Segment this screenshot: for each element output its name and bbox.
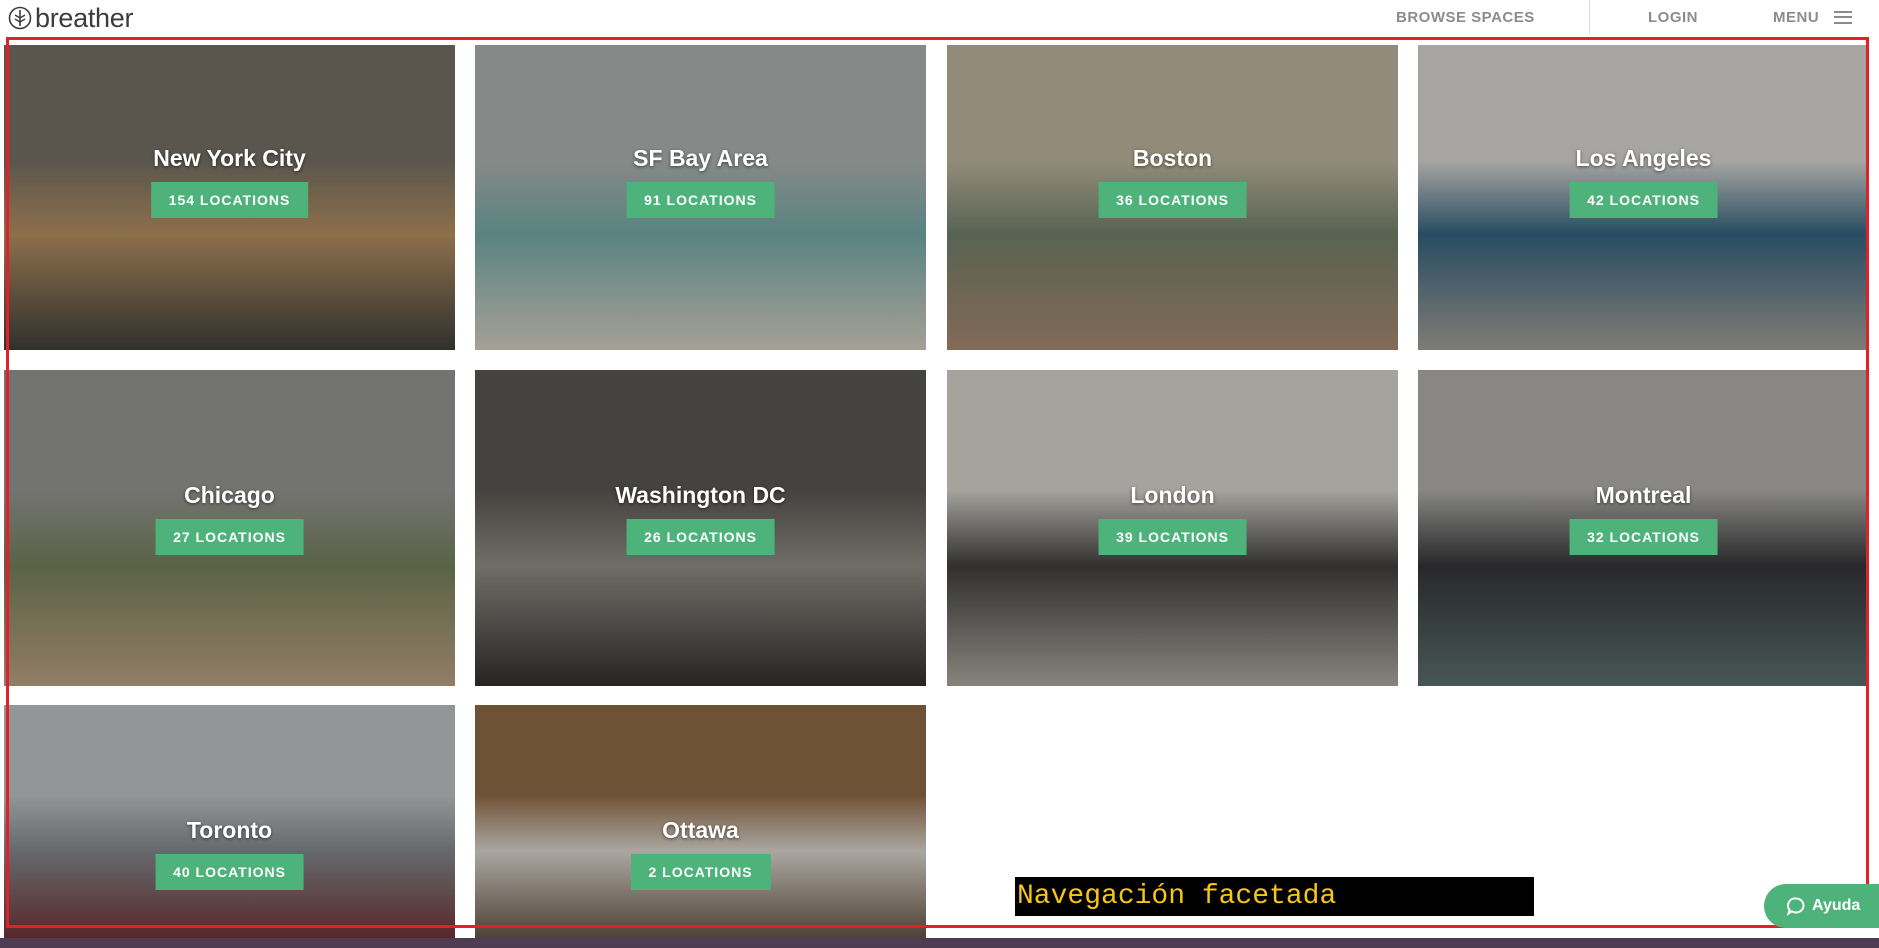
city-name: Montreal [1595,482,1692,508]
locations-button[interactable]: 26 LOCATIONS [626,519,775,555]
city-name: Ottawa [662,817,739,843]
top-navigation-bar: breather BROWSE SPACES LOGIN MENU [0,0,1879,36]
menu-button[interactable]: MENU [1773,0,1853,34]
city-tile[interactable]: Los Angeles 42 LOCATIONS [1418,45,1869,350]
city-tile[interactable]: Montreal 32 LOCATIONS [1418,370,1869,686]
locations-button[interactable]: 27 LOCATIONS [155,519,304,555]
city-name: Boston [1132,145,1213,171]
logo-text: breather [35,3,134,33]
city-name: Los Angeles [1575,145,1712,171]
help-label: Ayuda [1812,897,1861,914]
locations-button[interactable]: 42 LOCATIONS [1569,182,1718,218]
browse-spaces-link[interactable]: BROWSE SPACES [1396,0,1535,34]
city-tile[interactable]: Toronto 40 LOCATIONS [4,705,455,941]
tree-logo-icon [8,6,32,30]
city-tile[interactable]: SF Bay Area 91 LOCATIONS [475,45,926,350]
caption-label: Navegación facetada [1015,877,1534,916]
city-name: New York City [153,145,306,171]
locations-button[interactable]: 91 LOCATIONS [626,182,775,218]
city-name: Washington DC [615,482,786,508]
locations-button[interactable]: 36 LOCATIONS [1098,182,1247,218]
city-tile[interactable]: London 39 LOCATIONS [947,370,1398,686]
locations-button[interactable]: 40 LOCATIONS [155,854,304,890]
city-name: London [1130,482,1215,508]
locations-button[interactable]: 39 LOCATIONS [1098,519,1247,555]
city-tile[interactable]: New York City 154 LOCATIONS [4,45,455,350]
city-name: Chicago [184,482,275,508]
city-tile[interactable]: Boston 36 LOCATIONS [947,45,1398,350]
city-tile[interactable]: Washington DC 26 LOCATIONS [475,370,926,686]
locations-button[interactable]: 2 LOCATIONS [630,854,771,890]
os-taskbar [0,938,1879,948]
city-tile[interactable]: Chicago 27 LOCATIONS [4,370,455,686]
city-name: Toronto [186,817,273,843]
city-name: SF Bay Area [633,145,768,171]
hamburger-icon [1834,10,1853,24]
nav-divider [1589,0,1590,34]
locations-button[interactable]: 32 LOCATIONS [1569,519,1718,555]
chat-bubble-icon [1786,897,1805,916]
help-button[interactable]: Ayuda [1764,884,1879,928]
city-tile[interactable]: Ottawa 2 LOCATIONS [475,705,926,941]
menu-label: MENU [1773,8,1820,26]
breather-logo[interactable]: breather [8,4,133,32]
locations-button[interactable]: 154 LOCATIONS [150,182,309,218]
login-link[interactable]: LOGIN [1648,0,1698,34]
